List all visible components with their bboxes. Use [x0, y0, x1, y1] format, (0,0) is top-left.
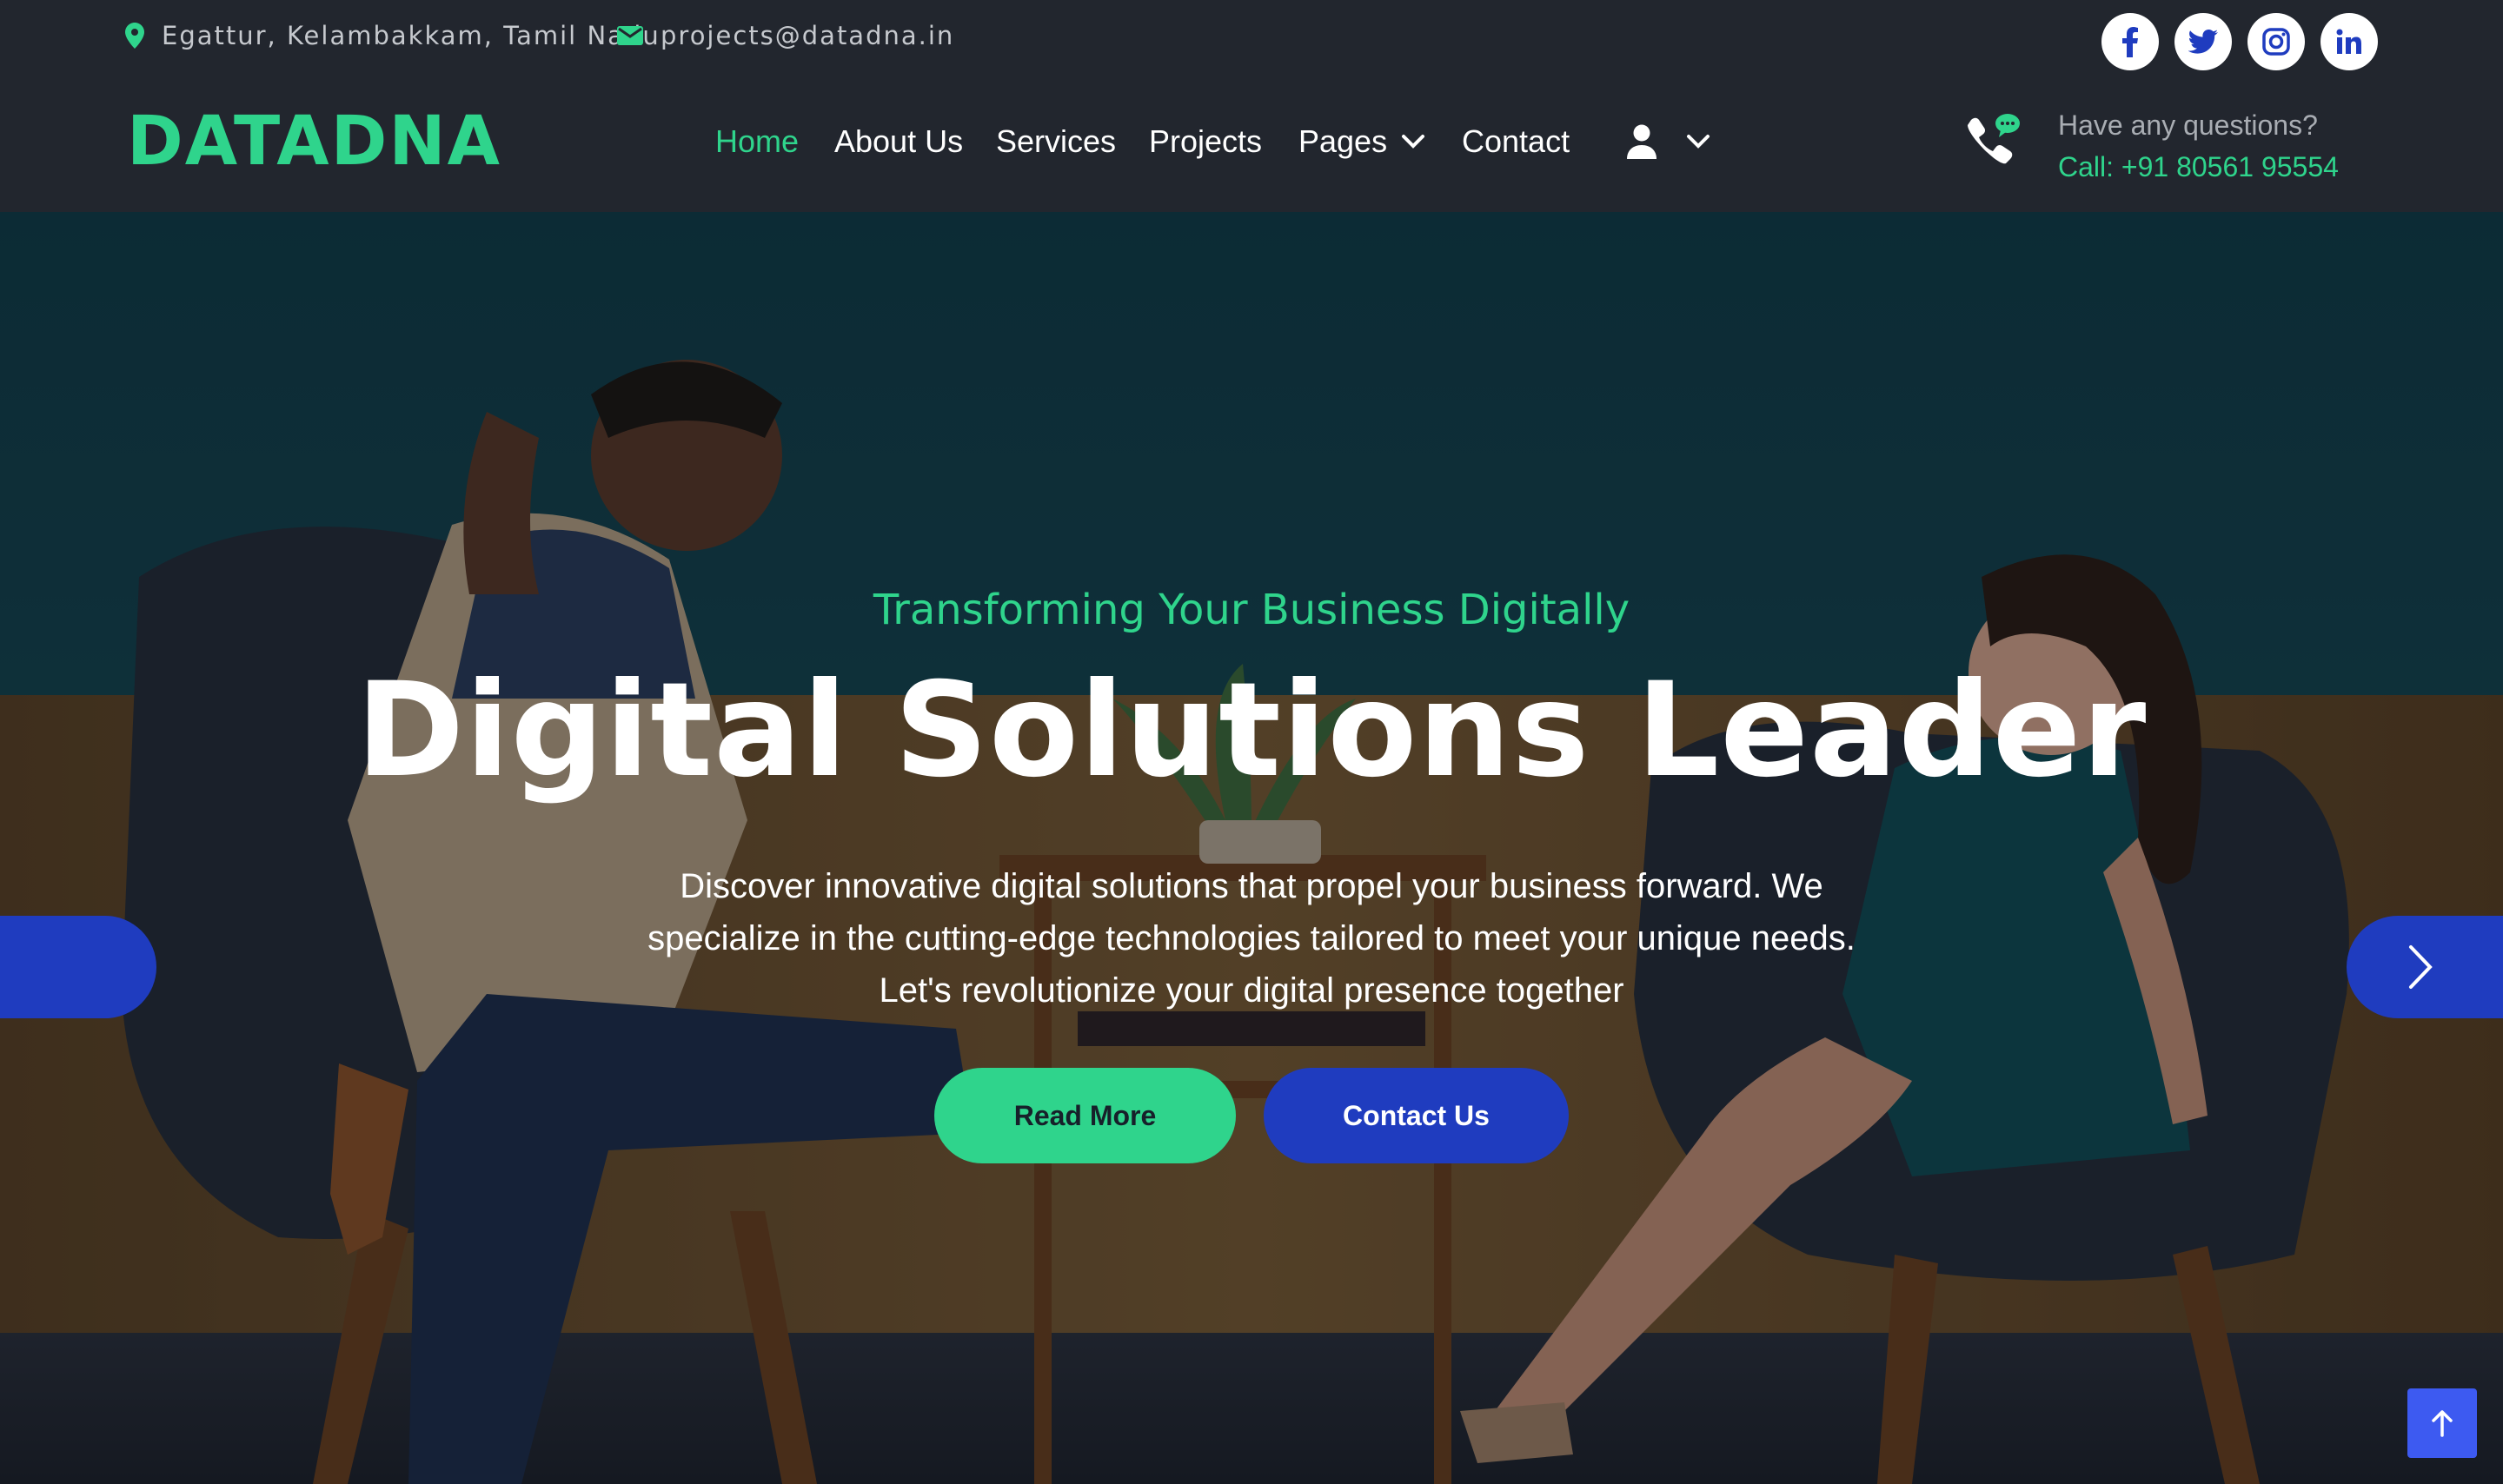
location-text: Egattur, Kelambakkam, Tamil Nadu [162, 21, 661, 50]
facebook-button[interactable] [2101, 13, 2159, 70]
nav-projects[interactable]: Projects [1149, 71, 1262, 212]
map-marker-icon [125, 23, 144, 49]
read-more-button[interactable]: Read More [934, 1068, 1236, 1163]
hero-description: Discover innovative digital solutions th… [556, 860, 1947, 1017]
nav-services[interactable]: Services [996, 71, 1116, 212]
carousel-next-button[interactable] [2347, 916, 2503, 1018]
hero-section: Transforming Your Business Digitally Dig… [0, 212, 2503, 1484]
chevron-down-icon [1402, 135, 1425, 149]
contact-us-button[interactable]: Contact Us [1264, 1068, 1569, 1163]
user-menu[interactable] [1625, 71, 1710, 212]
nav-pages[interactable]: Pages [1298, 71, 1425, 212]
questions-label: Have any questions? [2058, 109, 2318, 141]
hero-description-line: specialize in the cutting-edge technolog… [647, 919, 1856, 957]
linkedin-button[interactable] [2320, 13, 2378, 70]
user-icon [1627, 124, 1656, 159]
facebook-icon [2122, 27, 2138, 57]
hero-description-line: Discover innovative digital solutions th… [680, 867, 1823, 905]
nav-home[interactable]: Home [715, 71, 799, 212]
nav-contact[interactable]: Contact [1462, 71, 1570, 212]
linkedin-icon [2336, 29, 2361, 54]
instagram-button[interactable] [2247, 13, 2305, 70]
chevron-down-icon [1687, 135, 1710, 149]
twitter-icon [2188, 30, 2218, 54]
instagram-icon [2262, 28, 2290, 56]
carousel-prev-button[interactable] [0, 916, 156, 1018]
nav-pages-label: Pages [1298, 123, 1388, 159]
location-info: Egattur, Kelambakkam, Tamil Nadu [125, 0, 661, 71]
hero-description-line: Let's revolutionize your digital presenc… [879, 971, 1624, 1010]
brand-logo[interactable]: DATADNA [127, 71, 501, 212]
hero-dark-overlay [0, 212, 2503, 1484]
chevron-right-icon [2409, 945, 2433, 989]
envelope-icon [617, 26, 643, 45]
twitter-button[interactable] [2174, 13, 2232, 70]
hero-kicker: Transforming Your Business Digitally [873, 586, 1630, 634]
back-to-top-button[interactable] [2407, 1388, 2477, 1458]
call-number[interactable]: Call: +91 80561 95554 [2058, 151, 2339, 183]
arrow-up-icon [2432, 1410, 2453, 1437]
main-navbar: DATADNA Home About Us Services Projects … [0, 71, 2503, 212]
nav-about-us[interactable]: About Us [834, 71, 963, 212]
hero-headline: Digital Solutions Leader [355, 655, 2148, 806]
email-info[interactable]: projects@datadna.in [617, 0, 954, 71]
top-bar: Egattur, Kelambakkam, Tamil Nadu project… [0, 0, 2503, 71]
phone-chat-icon [1968, 114, 2020, 164]
email-text[interactable]: projects@datadna.in [661, 21, 954, 50]
